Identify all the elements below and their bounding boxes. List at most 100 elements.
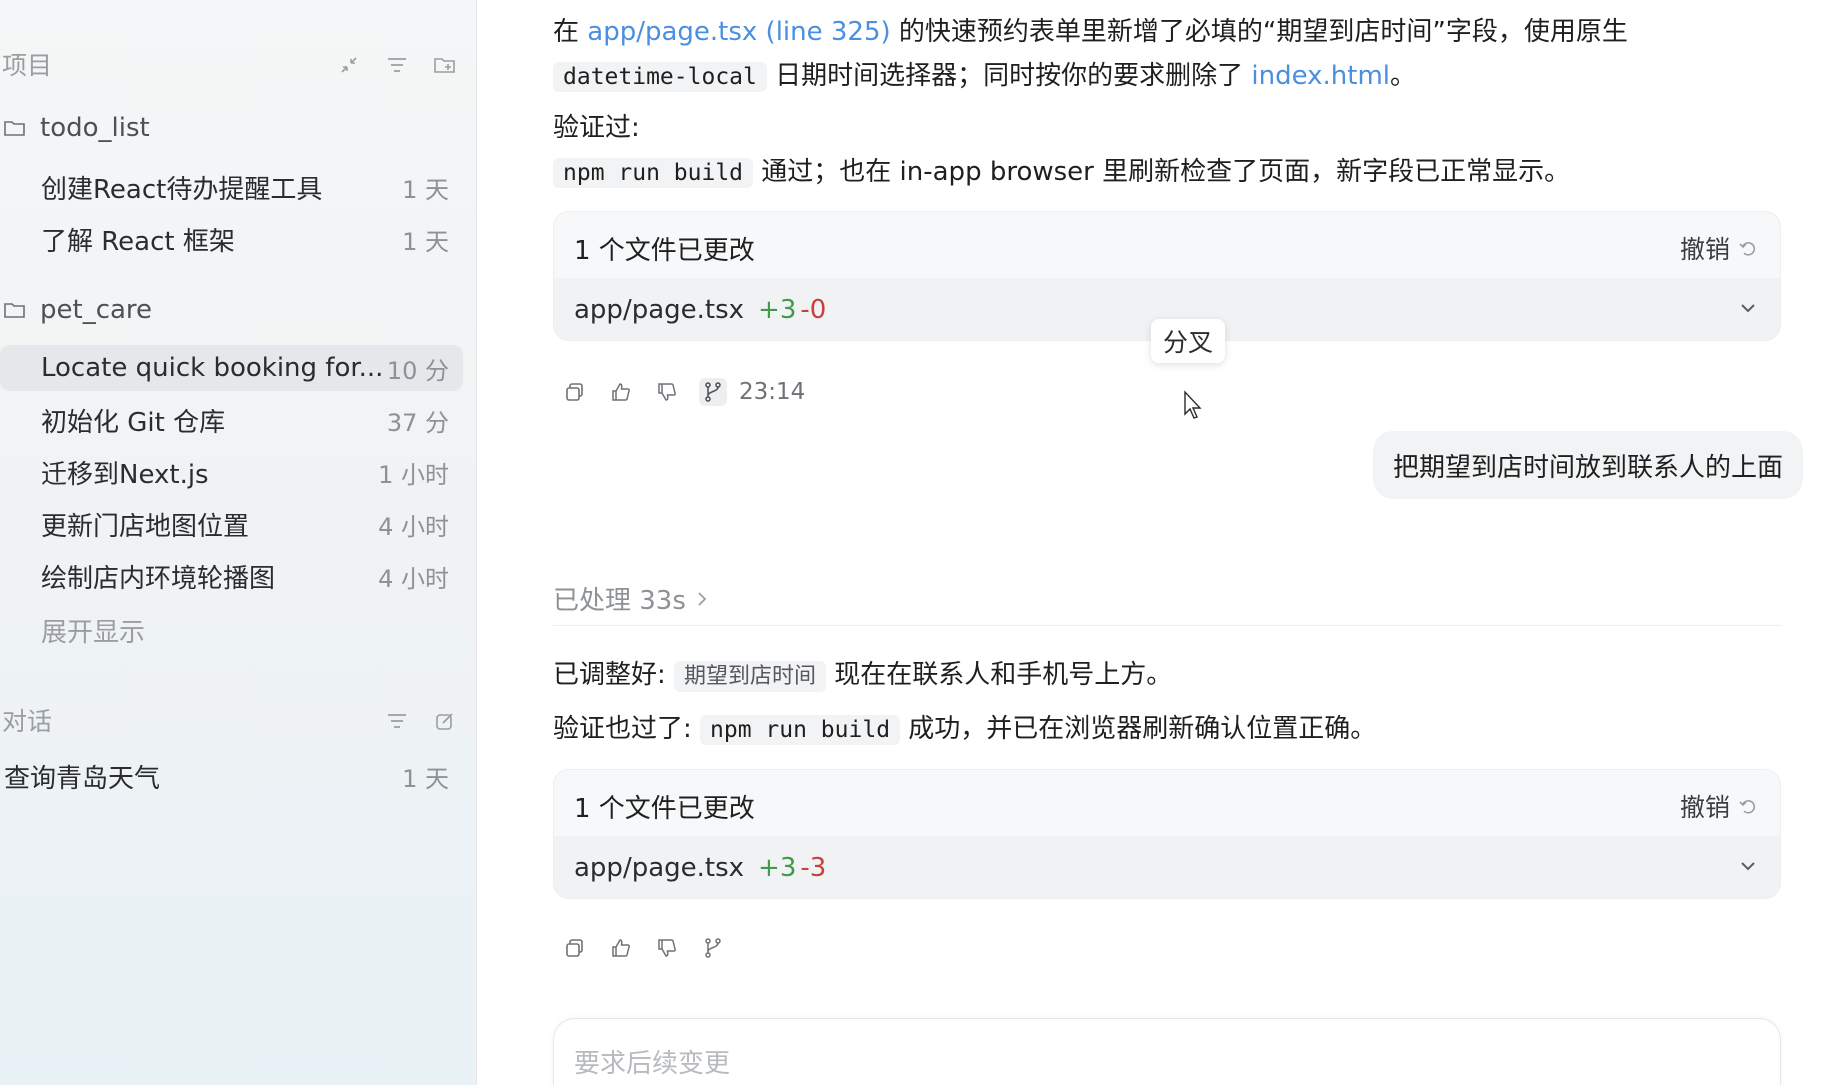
text-segment: 在 (553, 17, 588, 47)
composer-input[interactable]: 要求后续变更 (553, 1018, 1781, 1085)
thread-title: 创建React待办提醒工具 (41, 174, 323, 205)
processed-label: 已处理 33s (553, 586, 686, 616)
additions-count: +3 (758, 295, 797, 325)
changes-title: 1 个文件已更改 (574, 236, 755, 266)
thread-item[interactable]: 更新门店地图位置 4 小时 (0, 501, 463, 547)
file-path: app/page.tsx (574, 853, 745, 883)
inline-code: npm run build (553, 158, 754, 188)
message-time: 23:14 (739, 379, 806, 405)
text-segment: 日期时间选择器；同时按你的要求删除了 (766, 61, 1252, 91)
sidebar: 项目 todo_list 创建React待办提醒工具 1 天 了解 React … (0, 0, 477, 1085)
filter-icon[interactable] (383, 708, 411, 734)
deletions-count: -0 (800, 295, 827, 325)
thread-item[interactable]: 了解 React 框架 1 天 (0, 216, 463, 262)
copy-icon[interactable] (561, 934, 589, 962)
text-segment: 现在在联系人和手机号上方。 (826, 660, 1173, 690)
inline-chip: 期望到店时间 (674, 661, 827, 692)
text-segment: 通过；也在 in-app browser 里刷新检查了页面，新字段已正常显示。 (753, 157, 1571, 187)
folder-pet-care[interactable]: pet_care (0, 288, 477, 332)
conversation-item[interactable]: 查询青岛天气 1 天 (0, 753, 463, 799)
message-actions (561, 934, 727, 962)
message-actions: 23:14 (561, 378, 805, 406)
thread-title: 迁移到Next.js (41, 459, 209, 490)
thumbs-up-icon[interactable] (607, 378, 635, 406)
file-path: app/page.tsx (574, 295, 745, 325)
folder-name: todo_list (40, 113, 150, 143)
thread-item[interactable]: 绘制店内环境轮播图 4 小时 (0, 553, 463, 599)
folder-todo-list[interactable]: todo_list (0, 106, 477, 150)
conversation-title: 查询青岛天气 (4, 763, 161, 794)
processed-toggle[interactable]: 已处理 33s (553, 580, 708, 617)
folder-name: pet_care (40, 295, 153, 325)
undo-label: 撤销 (1679, 793, 1730, 822)
filter-icon[interactable] (383, 52, 411, 78)
file-link[interactable]: index.html (1251, 61, 1390, 91)
inline-code: datetime-local (553, 62, 767, 92)
text-segment: 已调整好: (553, 660, 666, 690)
composer-placeholder: 要求后续变更 (574, 1049, 731, 1079)
thread-item[interactable]: 初始化 Git 仓库 37 分 (0, 397, 463, 443)
expand-button[interactable]: 展开显示 (41, 612, 145, 649)
assistant-text: 验证也过了: npm run build 成功，并已在浏览器刷新确认位置正确。 (553, 710, 1376, 749)
text-segment: 的快速预约表单里新增了必填的“期望到店时间”字段，使用原生 (890, 17, 1628, 47)
additions-count: +3 (758, 853, 797, 883)
new-chat-icon[interactable] (431, 708, 459, 734)
thread-item[interactable]: 迁移到Next.js 1 小时 (0, 449, 463, 495)
assistant-text: 在 app/page.tsx (line 325) 的快速预约表单里新增了必填的… (553, 13, 1628, 51)
thread-time: 1 小时 (378, 460, 449, 489)
divider (553, 625, 1781, 626)
thread-time: 37 分 (386, 408, 449, 437)
assistant-text: 已调整好: 期望到店时间 现在在联系人和手机号上方。 (553, 656, 1172, 696)
thread-time: 1 天 (402, 227, 449, 256)
thread-item-active[interactable]: Locate quick booking for... 10 分 (0, 345, 463, 391)
thread-time: 4 小时 (378, 564, 449, 593)
undo-icon (1739, 242, 1756, 256)
chevron-right-icon (698, 591, 707, 606)
new-folder-icon[interactable] (431, 52, 459, 78)
chevron-down-icon[interactable] (1738, 298, 1758, 322)
text-segment: 成功，并已在浏览器刷新确认位置正确。 (900, 714, 1377, 744)
verified-label: 验证过: (553, 113, 640, 143)
user-message: 把期望到店时间放到联系人的上面 (1372, 431, 1803, 499)
file-row[interactable]: app/page.tsx +3 -3 (554, 836, 1780, 898)
conversations-header: 对话 (0, 700, 477, 740)
undo-button[interactable]: 撤销 (1680, 230, 1758, 266)
collapse-icon[interactable] (335, 52, 363, 78)
thread-title: 初始化 Git 仓库 (41, 407, 226, 438)
thread-time: 4 小时 (378, 512, 449, 541)
text-segment: 验证也过了: (553, 714, 692, 744)
fork-icon[interactable] (699, 378, 727, 406)
conversation-time: 1 天 (402, 764, 449, 793)
thumbs-down-icon[interactable] (653, 378, 681, 406)
thread-title: 了解 React 框架 (41, 226, 235, 257)
changes-card: 1 个文件已更改 撤销 app/page.tsx +3 -3 (553, 769, 1781, 899)
chat-panel: 在 app/page.tsx (line 325) 的快速预约表单里新增了必填的… (478, 0, 1827, 1085)
thread-title: 绘制店内环境轮播图 (41, 563, 276, 594)
chevron-down-icon[interactable] (1738, 856, 1758, 880)
file-link[interactable]: app/page.tsx (line 325) (587, 17, 890, 47)
inline-code: npm run build (700, 715, 901, 745)
copy-icon[interactable] (561, 378, 589, 406)
thread-time: 10 分 (386, 356, 449, 385)
thread-title: Locate quick booking for... (41, 353, 384, 383)
projects-title: 项目 (2, 51, 53, 80)
undo-icon (1739, 800, 1756, 814)
fork-icon[interactable] (699, 934, 727, 962)
thread-item[interactable]: 创建React待办提醒工具 1 天 (0, 164, 463, 210)
undo-button[interactable]: 撤销 (1680, 788, 1758, 824)
deletions-count: -3 (800, 853, 827, 883)
assistant-text: npm run build 通过；也在 in-app browser 里刷新检查… (553, 153, 1570, 192)
fork-tooltip: 分叉 (1151, 319, 1226, 363)
folder-icon (0, 115, 30, 141)
folder-icon (0, 297, 30, 323)
text-segment: 。 (1390, 61, 1417, 91)
thumbs-down-icon[interactable] (653, 934, 681, 962)
thumbs-up-icon[interactable] (607, 934, 635, 962)
thread-time: 1 天 (402, 175, 449, 204)
undo-label: 撤销 (1679, 235, 1730, 264)
changes-title: 1 个文件已更改 (574, 794, 755, 824)
thread-title: 更新门店地图位置 (41, 511, 250, 542)
projects-header: 项目 (0, 44, 477, 84)
mouse-cursor-icon (1184, 390, 1202, 419)
conversations-title: 对话 (2, 707, 53, 736)
